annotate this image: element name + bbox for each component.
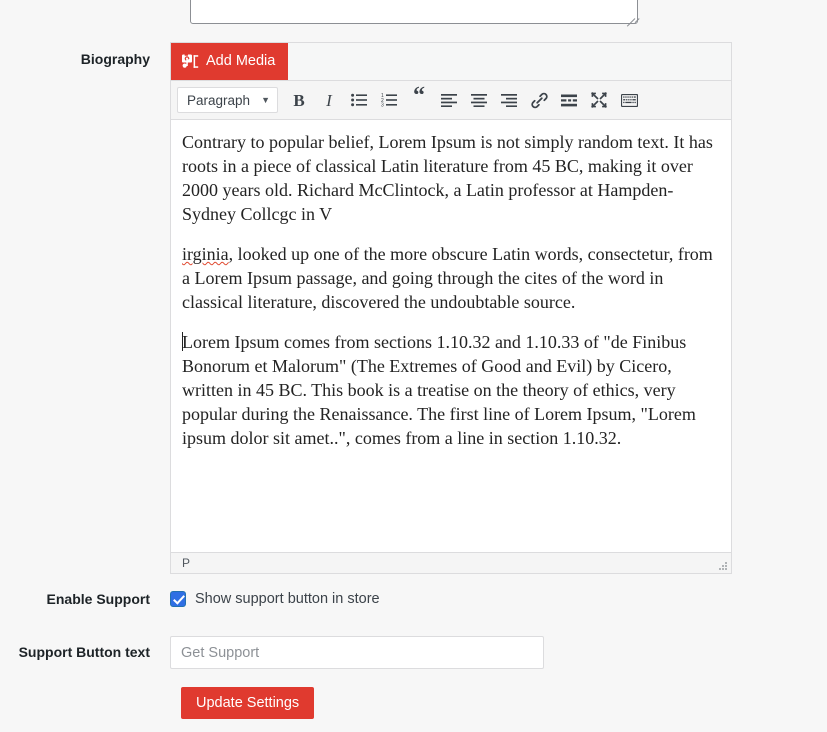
submit-row: Update Settings [181,687,314,719]
italic-button[interactable]: I [314,86,344,114]
align-right-button[interactable] [494,86,524,114]
enable-support-label: Enable Support [0,590,170,608]
format-select[interactable]: Paragraph ▼ [177,87,278,113]
numbered-list-button[interactable]: 1 2 3 [374,86,404,114]
previous-field-textarea[interactable] [190,0,638,24]
align-right-icon [501,93,517,107]
editor-element-path: P [182,556,190,570]
bold-button[interactable]: B [284,86,314,114]
fullscreen-icon [591,92,607,108]
editor-paragraph-3-text: Lorem Ipsum comes from sections 1.10.32 … [182,332,696,448]
misspelled-word: irginia [182,244,229,264]
biography-form-row: Biography [0,42,827,574]
italic-icon: I [326,92,332,109]
format-select-value: Paragraph [187,93,250,108]
bulleted-list-icon [351,93,367,107]
insert-more-icon [561,94,577,107]
show-support-button-checkbox[interactable] [170,591,186,607]
link-icon [531,92,548,109]
align-left-icon [441,93,457,107]
show-support-button-checkbox-row[interactable]: Show support button in store [170,591,827,607]
keyboard-toolbar-toggle-icon [621,94,638,107]
svg-text:3: 3 [381,103,384,107]
support-button-text-form-row: Support Button text [0,636,827,669]
support-button-text-field [170,636,827,669]
align-center-button[interactable] [464,86,494,114]
update-settings-button[interactable]: Update Settings [181,687,314,719]
chevron-down-icon: ▼ [261,96,270,105]
editor-status-bar: P [171,552,731,573]
enable-support-form-row: Enable Support Show support button in st… [0,590,827,608]
bold-icon: B [293,92,304,109]
biography-label: Biography [0,42,170,68]
insert-read-more-button[interactable] [554,86,584,114]
previous-field-textarea-wrapper [190,0,638,24]
biography-field: Add Media Paragraph ▼ B I [170,42,827,574]
bulleted-list-button[interactable] [344,86,374,114]
biography-editor-content[interactable]: Contrary to popular belief, Lorem Ipsum … [171,120,731,552]
wp-editor-container: Add Media Paragraph ▼ B I [170,42,732,574]
editor-paragraph-2-rest: , looked up one of the more obscure Lati… [182,244,713,312]
toolbar-toggle-button[interactable] [614,86,644,114]
resize-grip-icon[interactable] [716,559,727,570]
editor-media-bar: Add Media [171,43,731,81]
media-camera-note-icon [182,54,200,70]
insert-link-button[interactable] [524,86,554,114]
editor-paragraph-3: Lorem Ipsum comes from sections 1.10.32 … [182,330,719,450]
add-media-button[interactable]: Add Media [171,43,288,80]
show-support-button-checkbox-label: Show support button in store [195,591,380,607]
add-media-label: Add Media [206,54,275,69]
support-button-text-label: Support Button text [0,643,170,661]
support-button-text-input[interactable] [170,636,544,669]
enable-support-field: Show support button in store [170,591,827,607]
align-center-icon [471,93,487,107]
editor-toolbar: Paragraph ▼ B I [171,81,731,120]
fullscreen-button[interactable] [584,86,614,114]
blockquote-button[interactable]: “ [404,86,434,114]
numbered-list-icon: 1 2 3 [381,93,397,107]
align-left-button[interactable] [434,86,464,114]
editor-paragraph-2: irginia, looked up one of the more obscu… [182,242,719,314]
editor-paragraph-1: Contrary to popular belief, Lorem Ipsum … [182,130,719,226]
